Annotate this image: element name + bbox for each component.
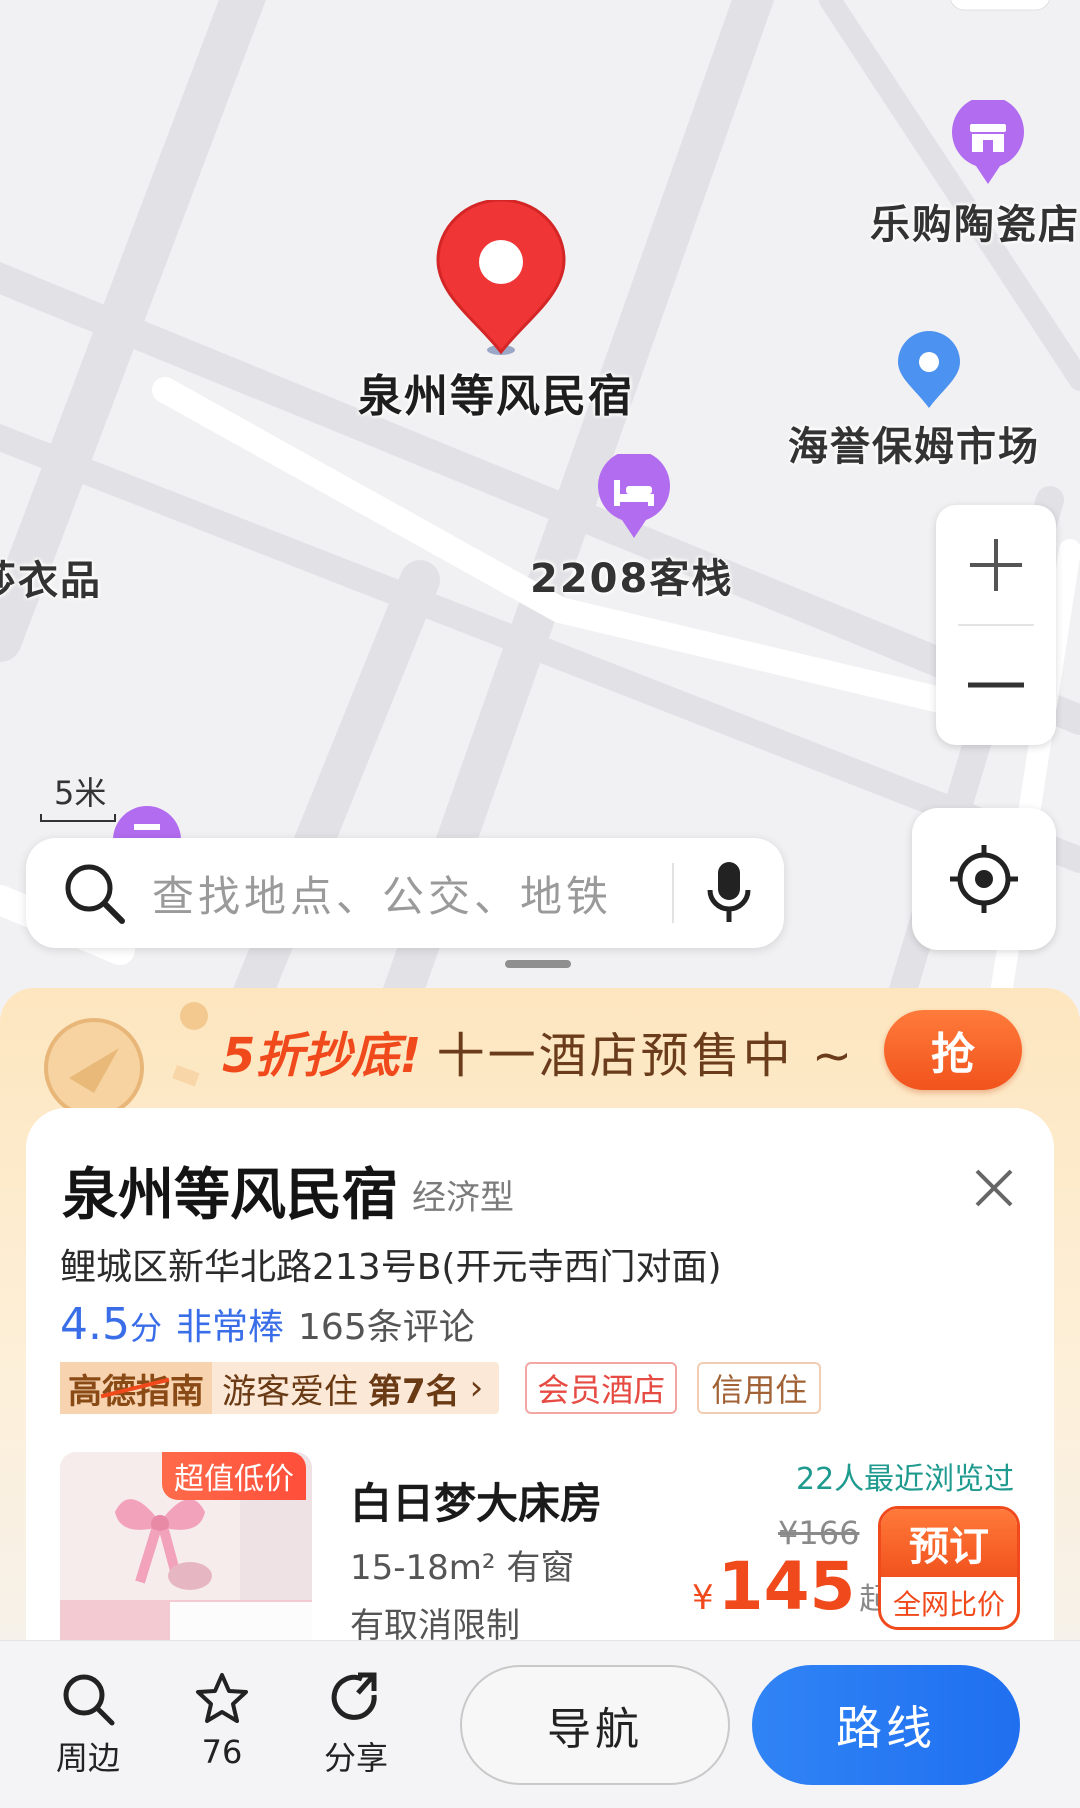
- book-button[interactable]: 预订 全网比价: [878, 1506, 1020, 1630]
- shop-poi-icon[interactable]: [950, 96, 1026, 190]
- guide-ranking-tag[interactable]: 高德指南 游客爱住 第7名 ›: [60, 1362, 500, 1414]
- rating-text: 非常棒: [176, 1307, 285, 1348]
- hotel-card[interactable]: 泉州等风民宿 经济型 鲤城区新华北路213号B(开元寺西门对面) 4.5 分 非…: [26, 1108, 1054, 1648]
- rating-row[interactable]: 4.5 分 非常棒 165条评论: [60, 1298, 475, 1350]
- promo-highlight: 5折抄底!: [222, 1028, 422, 1084]
- room-name[interactable]: 白日梦大床房: [350, 1470, 602, 1531]
- price-value: 145: [717, 1548, 856, 1625]
- crosshair-icon: [950, 845, 1018, 913]
- zoom-in-button[interactable]: [936, 505, 1056, 625]
- microphone-icon[interactable]: [674, 858, 784, 928]
- scale-label: 5米: [54, 774, 107, 812]
- member-hotel-tag: 会员酒店: [525, 1362, 678, 1414]
- minus-icon: [968, 682, 1024, 688]
- promo-text: 5折抄底! 十一酒店预售中 ~: [222, 1016, 855, 1086]
- search-bar[interactable]: 查找地点、公交、地铁: [26, 838, 784, 948]
- locate-me-button[interactable]: [912, 808, 1056, 950]
- hotel-type: 经济型: [412, 1178, 514, 1218]
- scale-line: [40, 814, 116, 822]
- nearby-label: 周边: [55, 1739, 120, 1777]
- nearby-button[interactable]: 周边: [38, 1671, 138, 1779]
- favorite-count: 76: [201, 1733, 243, 1771]
- room-size: 15-18m² 有窗: [350, 1548, 575, 1588]
- review-count[interactable]: 165条评论: [298, 1298, 475, 1350]
- map-view[interactable]: 泉州等风民宿 乐购陶瓷店 海誉保姆市场 2208客栈 莎衣品: [0, 0, 1080, 1000]
- poi-label-market[interactable]: 海誉保姆市场: [788, 414, 1040, 472]
- plus-icon: [970, 539, 1022, 591]
- hotel-address: 鲤城区新华北路213号B(开元寺西门对面): [60, 1247, 722, 1288]
- selected-place-label[interactable]: 泉州等风民宿: [358, 360, 634, 424]
- chevron-right-icon: ›: [469, 1368, 484, 1408]
- tag-row: 高德指南 游客爱住 第7名 › 会员酒店 信用住: [60, 1362, 822, 1414]
- room-photo[interactable]: 超值低价: [60, 1452, 312, 1648]
- selected-location-pin-icon[interactable]: [436, 198, 566, 364]
- zoom-out-button[interactable]: [936, 625, 1056, 745]
- paper-plane-coin-icon: [24, 998, 224, 1122]
- hotel-name: 泉州等风民宿: [62, 1163, 398, 1228]
- sheet-drag-handle[interactable]: [505, 960, 571, 968]
- search-icon: [60, 1671, 116, 1727]
- grab-deal-button[interactable]: 抢: [884, 1010, 1022, 1090]
- rating-unit: 分: [129, 1309, 162, 1347]
- guide-logo: 高德指南: [60, 1362, 212, 1414]
- price-currency: ¥: [692, 1578, 714, 1618]
- poi-label-ceramics[interactable]: 乐购陶瓷店: [870, 192, 1080, 250]
- room-deal-badge: 超值低价: [162, 1452, 306, 1500]
- credit-stay-tag: 信用住: [697, 1362, 822, 1414]
- compare-price-label: 全网比价: [892, 1588, 1005, 1621]
- poi-label-clothing[interactable]: 莎衣品: [0, 548, 102, 606]
- navigate-button[interactable]: 导航: [460, 1665, 730, 1785]
- guide-rank: 第7名: [368, 1371, 460, 1412]
- book-label: 预订: [881, 1509, 1017, 1577]
- guide-text: 游客爱住: [222, 1371, 358, 1412]
- zoom-control: [936, 505, 1056, 745]
- share-icon: [328, 1671, 384, 1727]
- favorite-button[interactable]: 76: [172, 1671, 272, 1771]
- share-button[interactable]: 分享: [306, 1671, 406, 1779]
- bottom-action-bar: 周边 76 分享 导航 路线: [0, 1640, 1080, 1808]
- current-price: ¥ 145 起: [692, 1548, 889, 1625]
- original-price: ¥166: [778, 1514, 860, 1552]
- hotel-poi-icon[interactable]: [596, 450, 672, 544]
- close-button[interactable]: [964, 1158, 1024, 1218]
- search-icon: [62, 858, 132, 928]
- star-icon: [194, 1671, 250, 1727]
- map-scale: 5米: [40, 768, 116, 822]
- recent-viewers: 22人最近浏览过: [796, 1462, 1015, 1497]
- close-icon: [975, 1169, 1013, 1207]
- share-label: 分享: [323, 1739, 388, 1777]
- promo-description: 十一酒店预售中 ~: [436, 1028, 856, 1084]
- poi-label-inn[interactable]: 2208客栈: [530, 546, 733, 604]
- location-poi-icon[interactable]: [896, 330, 962, 414]
- search-input[interactable]: 查找地点、公交、地铁: [152, 863, 672, 924]
- route-button[interactable]: 路线: [752, 1665, 1020, 1785]
- rating-score: 4.5: [60, 1299, 130, 1350]
